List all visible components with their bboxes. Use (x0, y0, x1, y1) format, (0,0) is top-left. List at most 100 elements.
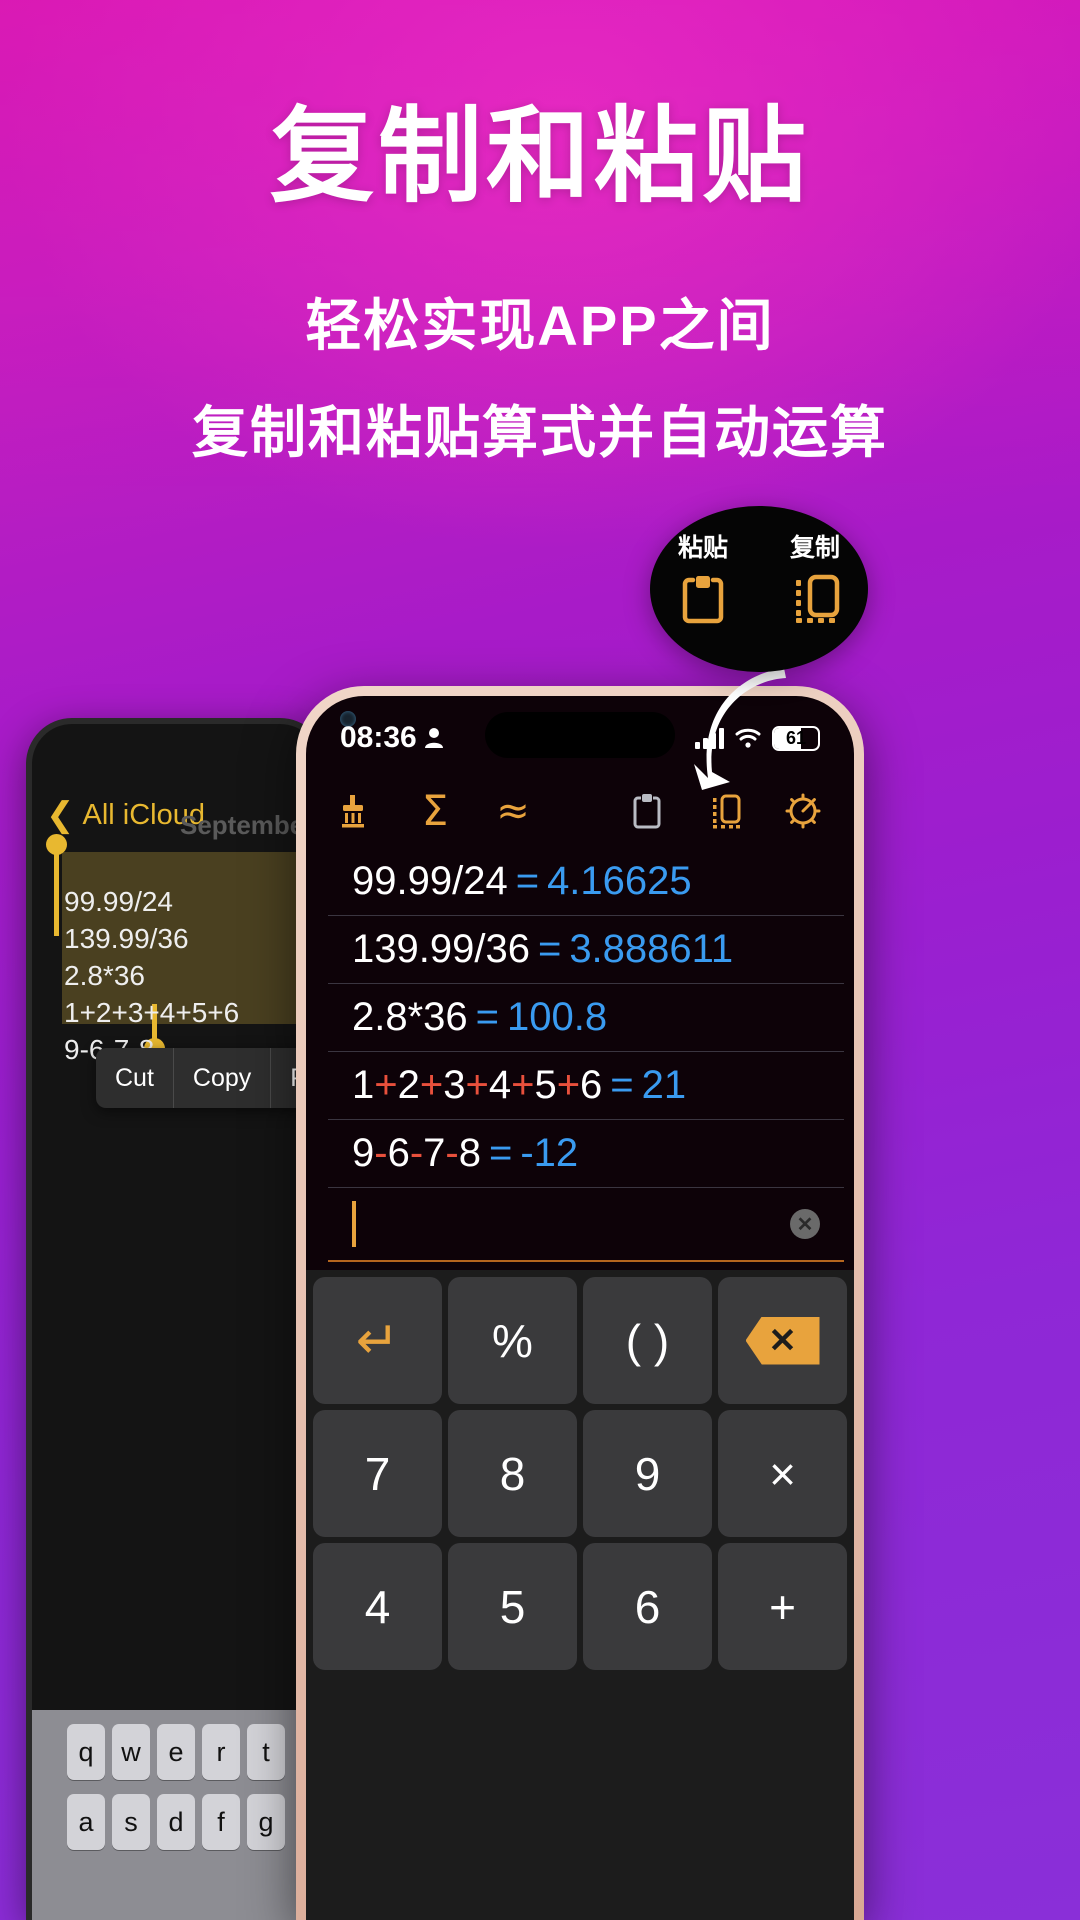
equals-sign: = (488, 1131, 513, 1175)
parentheses-key[interactable]: ( ) (583, 1277, 712, 1404)
keyboard-key-q[interactable]: q (67, 1724, 105, 1780)
keypad-key-label: × (769, 1447, 796, 1500)
ios-keyboard[interactable]: q w e r t a s d f g (32, 1710, 320, 1920)
note-line: 139.99/36 (64, 922, 189, 954)
clear-circle-icon[interactable]: ✕ (790, 1209, 820, 1239)
approximate-button[interactable]: ≈ (490, 788, 536, 834)
key-4[interactable]: 4 (313, 1543, 442, 1670)
calculator-phone-mockup: 08:36 61 Σ ≈ 99.99/24 = 4.16625 139.99/3… (296, 686, 864, 1920)
expression-number: 9 (352, 1131, 375, 1175)
clipboard-icon (672, 568, 734, 630)
keypad-key-label: 7 (364, 1447, 391, 1500)
calculation-row[interactable]: 139.99/36 = 3.888611 (328, 916, 844, 984)
expression-number: 7 (423, 1131, 446, 1175)
calculator-screen: 08:36 61 Σ ≈ 99.99/24 = 4.16625 139.99/3… (306, 696, 854, 1920)
key-9[interactable]: 9 (583, 1410, 712, 1537)
equals-sign: = (537, 927, 562, 971)
key-7[interactable]: 7 (313, 1410, 442, 1537)
person-icon (424, 728, 443, 748)
page-title: 复制和粘贴 (269, 99, 810, 215)
keyboard-key-g[interactable]: g (247, 1794, 285, 1850)
paste-button[interactable] (624, 788, 670, 834)
calculation-result: -12 (520, 1131, 579, 1175)
keyboard-key-d[interactable]: d (157, 1794, 195, 1850)
sum-button[interactable]: Σ (412, 788, 458, 834)
keyboard-key-s[interactable]: s (112, 1794, 150, 1850)
selection-handle-start[interactable] (46, 834, 67, 936)
status-time: 08:36 (340, 721, 417, 754)
key-8[interactable]: 8 (448, 1410, 577, 1537)
keyboard-key-f[interactable]: f (202, 1794, 240, 1850)
calculation-row[interactable]: 1 +2 +3 +4 +5 +6 = 21 (328, 1052, 844, 1120)
subtitle-line-2: 复制和粘贴算式并自动运算 (192, 400, 888, 464)
expression-number: 3 (443, 1063, 466, 1107)
enter-key[interactable]: ↵ (313, 1277, 442, 1404)
note-line: 2.8*36 (64, 959, 145, 991)
calculation-result: 100.8 (507, 995, 608, 1039)
backspace-key[interactable]: ✕ (718, 1277, 847, 1404)
expression-number: 5 (534, 1063, 557, 1107)
plus-key[interactable]: + (718, 1543, 847, 1670)
keypad-key-label: 6 (634, 1580, 661, 1633)
key-6[interactable]: 6 (583, 1543, 712, 1670)
calculation-result: 3.888611 (569, 927, 734, 971)
expression-number: 2.8*36 (352, 995, 468, 1039)
calculation-row[interactable]: 99.99/24 = 4.16625 (328, 848, 844, 916)
equals-sign: = (610, 1063, 634, 1107)
notes-content[interactable]: 99.99/24 139.99/36 2.8*36 1+2+3+4+5+6 9-… (64, 884, 239, 1069)
calculation-row[interactable]: 2.8*36 = 100.8 (328, 984, 844, 1052)
keypad-row: 7 8 9 × (310, 1407, 850, 1540)
keypad-key-label: 4 (364, 1580, 391, 1633)
backspace-icon: ✕ (745, 1316, 820, 1365)
keyboard-key-a[interactable]: a (67, 1794, 105, 1850)
enter-arrow-icon: ↵ (355, 1311, 400, 1370)
keyboard-key-t[interactable]: t (247, 1724, 285, 1780)
copy-menu-item[interactable]: Copy (174, 1048, 272, 1108)
expression-number: 6 (387, 1131, 410, 1175)
calculation-list[interactable]: 99.99/24 = 4.16625 139.99/36 = 3.888611 2.8*36… (306, 848, 854, 1188)
key-5[interactable]: 5 (448, 1543, 577, 1670)
keypad-key-label: 5 (499, 1580, 526, 1633)
callout-copy-label: 复制 (789, 534, 840, 562)
calculation-row[interactable]: 9-6-7-8 = -12 (328, 1120, 844, 1188)
calculator-keypad[interactable]: ↵% ( ) ✕ 7 8 9 × 4 5 6 + (306, 1270, 854, 1920)
keypad-key-label: ( ) (625, 1314, 670, 1367)
chevron-left-icon: ❮ (46, 796, 75, 834)
expression-input[interactable]: ✕ (328, 1188, 844, 1262)
percent-key[interactable]: % (448, 1277, 577, 1404)
equals-sign: = (515, 859, 540, 903)
note-line: 1+2+3+4+5+6 (64, 996, 240, 1028)
keypad-row: 4 5 6 + (310, 1540, 850, 1673)
text-caret (352, 1201, 356, 1247)
expression-number: 1 (352, 1063, 375, 1107)
cut-menu-item[interactable]: Cut (96, 1048, 174, 1108)
clear-all-button[interactable] (334, 788, 380, 834)
keyboard-key-e[interactable]: e (157, 1724, 195, 1780)
expression-number: 8 (458, 1131, 481, 1175)
expression-operator: - (374, 1131, 388, 1175)
expression-number: 139.99/36 (352, 927, 530, 971)
expression-number: 99.99/24 (352, 859, 508, 903)
keypad-key-label: 9 (634, 1447, 661, 1500)
status-time-group: 08:36 (340, 721, 445, 755)
copy-icon (784, 568, 846, 630)
text-context-menu[interactable]: Cut Copy Past (96, 1048, 320, 1108)
calculation-result: 21 (641, 1063, 687, 1107)
subtitle-line-1: 轻松实现APP之间 (305, 293, 775, 357)
keypad-key-label: 8 (499, 1447, 526, 1500)
expression-operator: + (465, 1063, 489, 1107)
equals-sign: = (475, 995, 500, 1039)
expression-operator: + (511, 1063, 535, 1107)
keyboard-key-r[interactable]: r (202, 1724, 240, 1780)
keyboard-key-w[interactable]: w (112, 1724, 150, 1780)
expression-number: 4 (488, 1063, 512, 1107)
feature-callout-bubble: 粘贴 复制 (650, 506, 868, 672)
keypad-key-label: % (492, 1314, 533, 1367)
multiply-key[interactable]: × (718, 1410, 847, 1537)
expression-operator: + (419, 1063, 444, 1107)
expression-operator: + (374, 1063, 398, 1107)
expression-operator: - (445, 1131, 459, 1175)
expression-number: 6 (580, 1063, 603, 1107)
calculation-result: 4.16625 (547, 859, 692, 903)
callout-paste-label: 粘贴 (677, 534, 728, 562)
